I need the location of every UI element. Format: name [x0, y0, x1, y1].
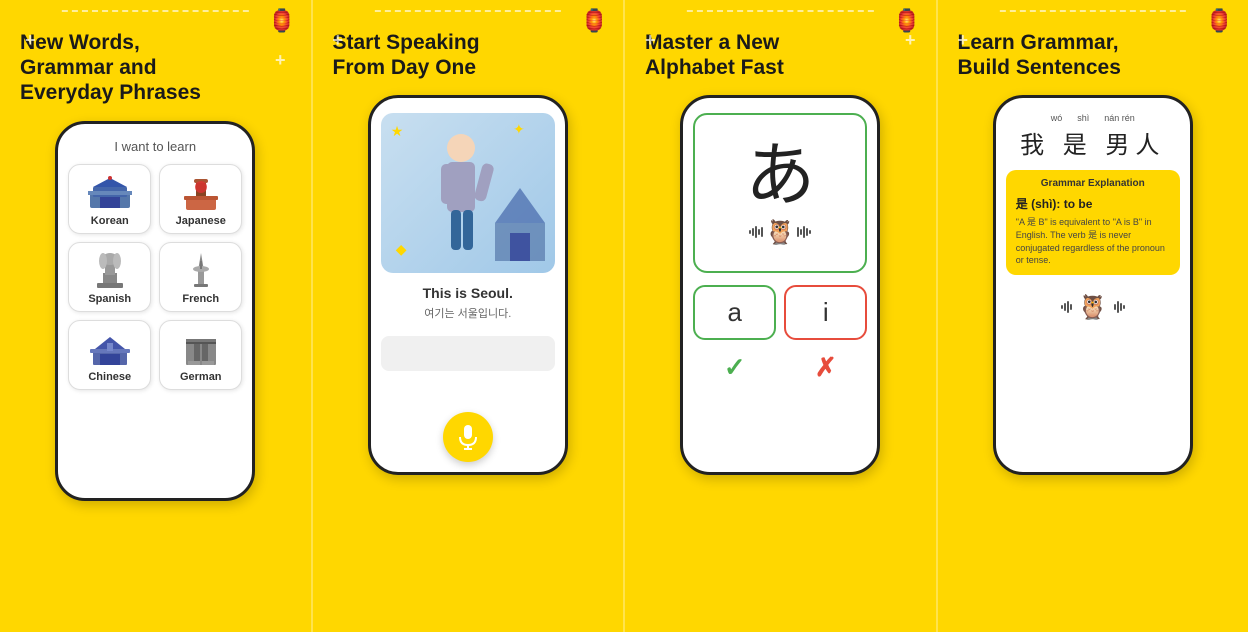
- phone-1: I want to learn Korean: [55, 121, 255, 501]
- owl-icon-1: 🦉: [765, 218, 795, 247]
- speech-text: This is Seoul.: [423, 285, 513, 301]
- deco-cross-5: +: [645, 30, 656, 51]
- pinyin-3: nán rén: [1104, 113, 1135, 123]
- speech-sub: 여기는 서울입니다.: [424, 305, 511, 321]
- japanese-icon: [176, 173, 226, 211]
- x-icon: ✗: [815, 352, 837, 383]
- deco-cross-7: +: [958, 30, 969, 51]
- chinese-chars: 我 是 男人: [1006, 125, 1180, 160]
- french-label: French: [182, 293, 219, 305]
- deco-cross-3: +: [333, 30, 344, 51]
- spanish-icon: [85, 251, 135, 289]
- deco-line-2: [375, 10, 561, 13]
- learn-label: I want to learn: [114, 139, 196, 154]
- pinyin-1: wó: [1051, 113, 1063, 123]
- lang-card-chinese[interactable]: Chinese: [68, 320, 151, 390]
- phone-2: ★ ✦ ◆ This is Seoul. 여기는 서울입니다.: [368, 95, 568, 475]
- german-icon: [176, 329, 226, 367]
- star-deco-3: ◆: [396, 241, 407, 258]
- deco-line-4: [1000, 10, 1186, 13]
- phone-3: あ 🦉 a: [680, 95, 880, 475]
- korean-label: Korean: [91, 215, 129, 227]
- owl-icon-2: 🦉: [1078, 293, 1108, 322]
- hiragana-char: あ: [745, 140, 815, 210]
- speaking-card: ★ ✦ ◆: [381, 113, 555, 273]
- mic-button[interactable]: [443, 412, 493, 462]
- chinese-sentence: wó shì nán rén 我 是 男人: [1006, 113, 1180, 160]
- panel-alphabet: + + 🏮 Master a New Alphabet Fast あ 🦉: [625, 0, 938, 632]
- french-icon: [176, 251, 226, 289]
- german-label: German: [180, 371, 222, 383]
- deco-cross-2: +: [275, 50, 286, 71]
- panel1-title: New Words, Grammar and Everyday Phrases: [15, 30, 296, 106]
- x-mark: ✗: [784, 352, 867, 383]
- seoul-building: [490, 183, 550, 263]
- chinese-icon: [85, 329, 135, 367]
- phone-4: wó shì nán rén 我 是 男人 Grammar Explanatio…: [993, 95, 1193, 475]
- lang-card-french[interactable]: French: [159, 242, 242, 312]
- lang-card-japanese[interactable]: Japanese: [159, 164, 242, 234]
- check-icon: ✓: [724, 352, 746, 383]
- panel-grammar: + 🏮 Learn Grammar, Build Sentences wó sh…: [938, 0, 1248, 632]
- answer-icons: ✓ ✗: [693, 352, 867, 383]
- grammar-text: "A 是 B" is equivalent to "A is B" in Eng…: [1016, 216, 1170, 266]
- alphabet-card: あ 🦉: [693, 113, 867, 273]
- japanese-label: Japanese: [176, 215, 226, 227]
- star-deco-1: ★: [391, 123, 404, 140]
- panel2-title: Start Speaking From Day One: [328, 30, 609, 80]
- korean-icon: [85, 173, 135, 211]
- answer-i-text: i: [823, 297, 829, 328]
- answer-i[interactable]: i: [784, 285, 867, 340]
- building-bg: [490, 183, 550, 273]
- grammar-title: Grammar Explanation: [1016, 178, 1170, 189]
- grammar-box: Grammar Explanation 是 (shì): to be "A 是 …: [1006, 170, 1180, 274]
- lang-card-spanish[interactable]: Spanish: [68, 242, 151, 312]
- mic-icon: [457, 423, 479, 451]
- lantern-3: 🏮: [893, 8, 920, 34]
- grammar-bold: 是 (shì): to be: [1016, 195, 1170, 212]
- check-mark: ✓: [693, 352, 776, 383]
- panel-new-words: + + 🏮 New Words, Grammar and Everyday Ph…: [0, 0, 313, 632]
- lang-card-korean[interactable]: Korean: [68, 164, 151, 234]
- answer-grid: a i: [693, 285, 867, 340]
- star-deco-2: ✦: [513, 121, 525, 138]
- lantern-2: 🏮: [581, 8, 608, 34]
- deco-line-3: [687, 10, 873, 13]
- answer-a[interactable]: a: [693, 285, 776, 340]
- deco-cross-1: +: [25, 30, 36, 51]
- panel-speaking: + 🏮 Start Speaking From Day One ★ ✦ ◆: [313, 0, 626, 632]
- language-grid: Korean Japanese: [68, 164, 242, 390]
- lantern-4: 🏮: [1206, 8, 1233, 34]
- deco-line-1: [62, 10, 248, 13]
- lang-card-german[interactable]: German: [159, 320, 242, 390]
- audio-wave-1: 🦉: [749, 218, 811, 247]
- answer-a-text: a: [728, 297, 742, 328]
- panel4-title: Learn Grammar, Build Sentences: [953, 30, 1234, 80]
- spanish-label: Spanish: [88, 293, 131, 305]
- chinese-label: Chinese: [88, 371, 131, 383]
- lantern-1: 🏮: [268, 8, 295, 34]
- pinyin-row: wó shì nán rén: [1006, 113, 1180, 123]
- text-input-box[interactable]: [381, 336, 555, 371]
- panel3-title: Master a New Alphabet Fast: [640, 30, 921, 80]
- pinyin-2: shì: [1077, 113, 1089, 123]
- owl-audio-2: 🦉: [1061, 293, 1125, 322]
